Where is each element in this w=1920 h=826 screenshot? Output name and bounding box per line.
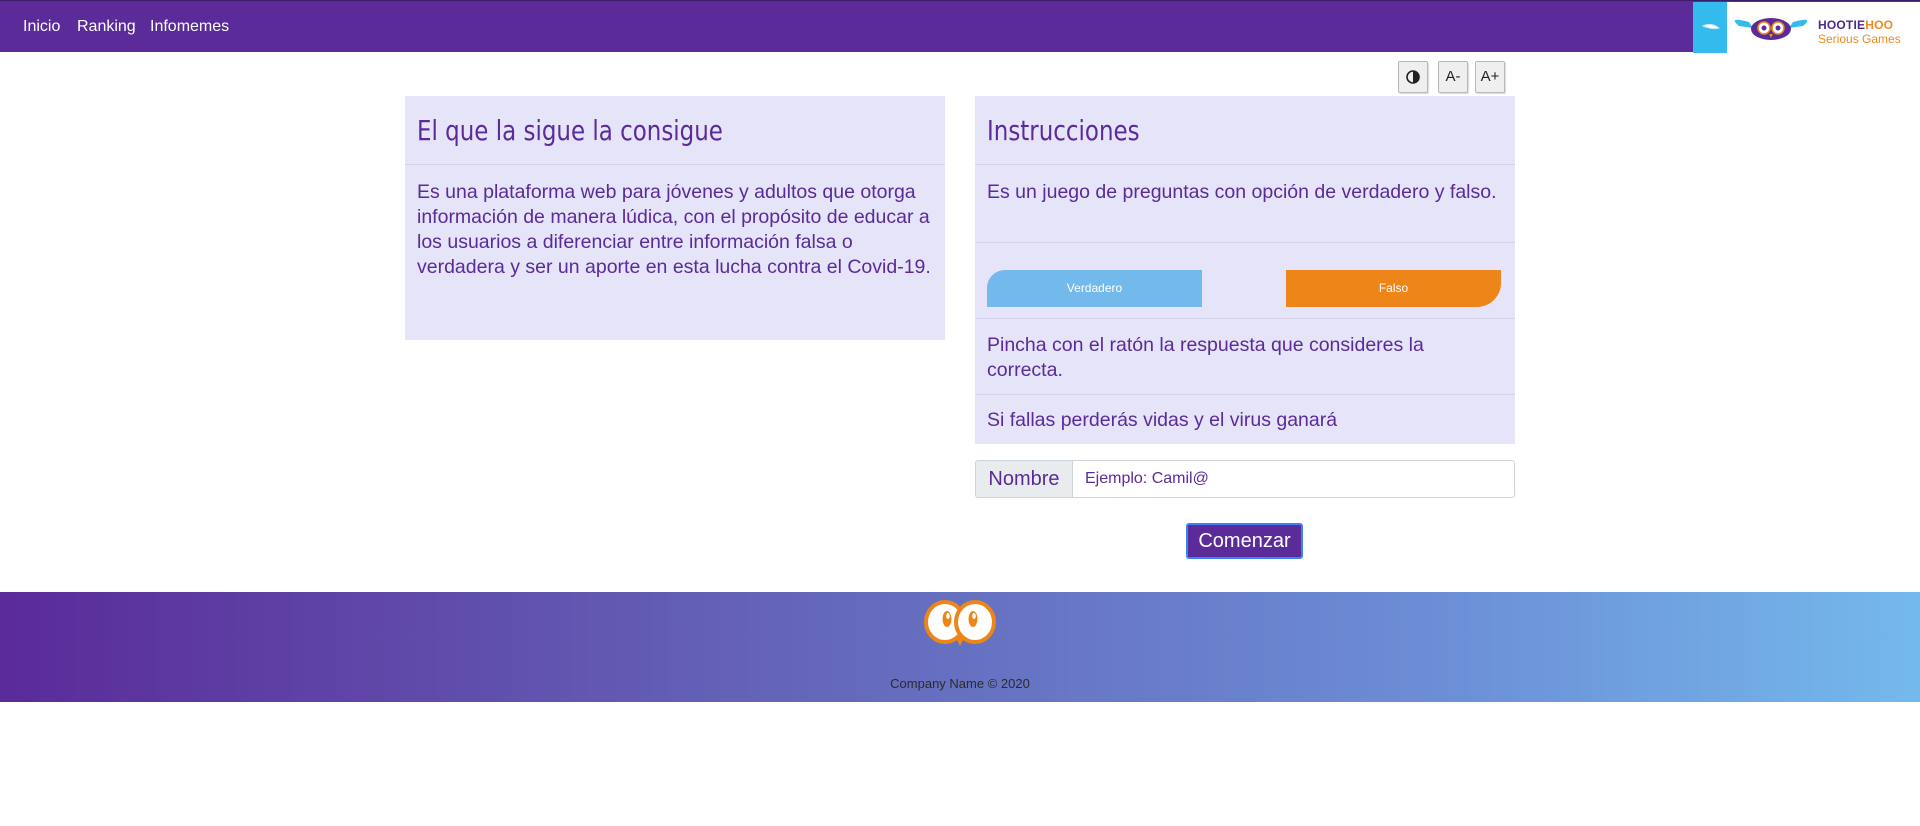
name-label: Nombre: [975, 460, 1073, 498]
contrast-toggle-button[interactable]: [1398, 61, 1428, 93]
card-divider: [975, 318, 1515, 319]
true-answer-button[interactable]: Verdadero: [987, 270, 1202, 307]
font-decrease-button[interactable]: A-: [1438, 61, 1468, 93]
contrast-icon: [1406, 70, 1420, 84]
name-input-group: Nombre: [975, 460, 1515, 498]
card-divider: [405, 164, 945, 165]
owl-eyes-icon: [924, 600, 996, 646]
nav-link-ranking[interactable]: Ranking: [77, 18, 136, 36]
instructions-lose-hint: Si fallas perderás vidas y el virus gana…: [987, 409, 1338, 431]
footer: Company Name © 2020: [0, 592, 1920, 702]
copyright-text: Company Name © 2020: [890, 676, 1030, 691]
nav-link-infomemes[interactable]: Infomemes: [150, 18, 229, 36]
name-input[interactable]: [1072, 460, 1515, 498]
instructions-click-hint: Pincha con el ratón la respuesta que con…: [987, 334, 1424, 381]
top-navbar: Inicio Ranking Infomemes HOOTIEHOO Serio…: [0, 0, 1920, 53]
false-answer-button[interactable]: Falso: [1286, 270, 1501, 307]
about-card-text: Es una plataforma web para jóvenes y adu…: [417, 181, 931, 278]
brand-logo[interactable]: HOOTIEHOO Serious Games: [1693, 2, 1920, 53]
instructions-card: Instrucciones Es un juego de preguntas c…: [975, 96, 1515, 444]
font-increase-button[interactable]: A+: [1475, 61, 1505, 93]
card-divider: [975, 242, 1515, 243]
instructions-card-title: Instrucciones: [987, 114, 1140, 147]
about-card-title: El que la sigue la consigue: [417, 114, 723, 147]
about-card: El que la sigue la consigue Es una plata…: [405, 96, 945, 340]
instructions-intro-text: Es un juego de preguntas con opción de v…: [987, 181, 1497, 203]
logo-subtitle: Serious Games: [1818, 32, 1901, 46]
start-button[interactable]: Comenzar: [1186, 523, 1303, 559]
card-divider: [975, 394, 1515, 395]
nav-link-inicio[interactable]: Inicio: [23, 18, 60, 36]
card-divider: [975, 164, 1515, 165]
logo-brand-text: HOOTIEHOO: [1818, 18, 1894, 32]
owl-logo-icon: [1701, 18, 1808, 40]
